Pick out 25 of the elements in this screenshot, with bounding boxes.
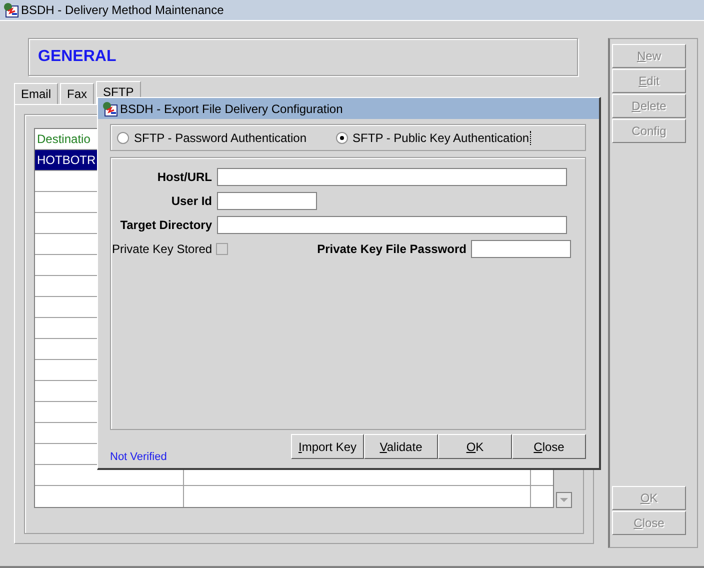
dialog-button[interactable]: Close [512, 434, 586, 459]
checkbox[interactable] [216, 243, 228, 255]
dialog-button[interactable]: OK [438, 434, 512, 459]
tab[interactable]: Fax [60, 83, 94, 104]
dialog-button[interactable]: Import Key [291, 434, 364, 459]
tab[interactable]: Email [14, 83, 58, 104]
input-field[interactable] [217, 192, 317, 210]
window-title: BSDH - Delivery Method Maintenance [21, 3, 224, 17]
field-label: Target Directory [119, 218, 212, 232]
dialog-button[interactable]: Validate [364, 434, 438, 459]
password-field[interactable] [471, 240, 572, 258]
field-label: Private Key File Password [317, 242, 466, 256]
radio-button[interactable] [117, 132, 129, 144]
field-label: Host/URL [156, 170, 212, 184]
checkbox-label: Private Key Stored [112, 242, 212, 256]
scroll-down-icon[interactable] [556, 492, 572, 508]
dialog-title: BSDH - Export File Delivery Configuration [120, 102, 343, 116]
field-label: User Id [170, 194, 212, 208]
radio-option[interactable]: SFTP - Public Key Authentication [336, 130, 532, 144]
input-field[interactable] [217, 216, 567, 234]
radio-button[interactable] [336, 132, 348, 144]
app-icon [102, 100, 118, 116]
status-text: Not Verified [110, 451, 167, 463]
input-field[interactable] [217, 168, 567, 186]
section-heading: GENERAL [38, 48, 116, 66]
